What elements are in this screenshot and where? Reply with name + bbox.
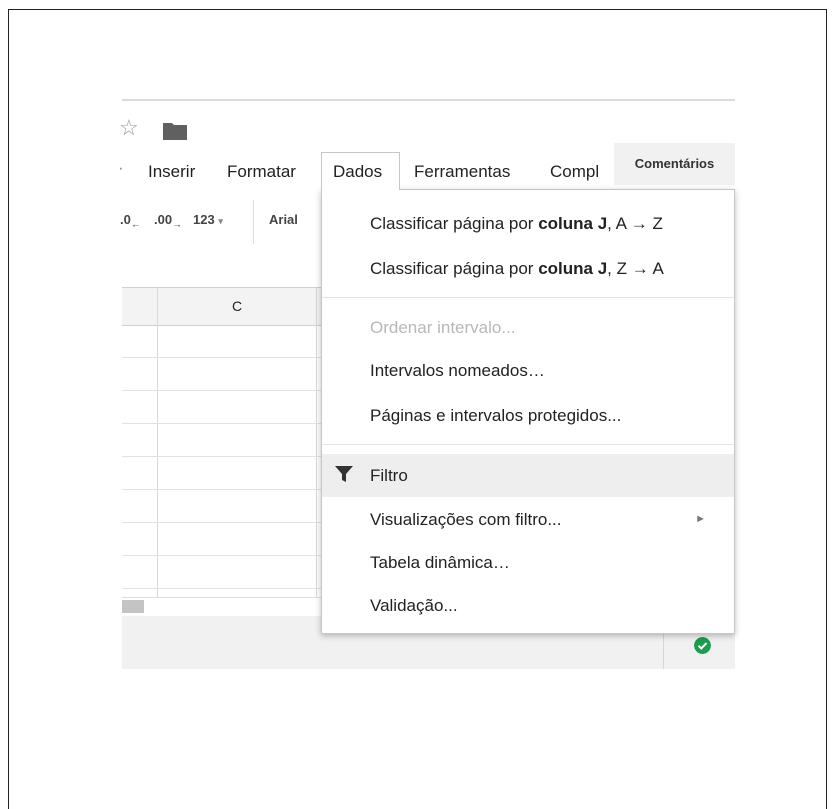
check-circle-icon[interactable] bbox=[694, 637, 711, 654]
grid-column-divider bbox=[157, 287, 158, 597]
menu-item-filter-views[interactable]: Visualizações com filtro... ► bbox=[322, 500, 734, 540]
named-ranges-label: Intervalos nomeados… bbox=[370, 361, 545, 380]
decrease-decimal-label: .0 bbox=[120, 212, 131, 227]
menu-dados[interactable]: Dados bbox=[321, 152, 400, 190]
grid-row-line bbox=[122, 456, 322, 457]
sort-desc-column: coluna J bbox=[538, 259, 608, 278]
sort-desc-label: Classificar página por coluna J, Z → A bbox=[370, 259, 664, 279]
number-format-label: 123 bbox=[193, 212, 215, 227]
chevron-down-icon: ▾ bbox=[218, 216, 223, 226]
grid-row-line bbox=[122, 522, 322, 523]
increase-decimal-label: .00 bbox=[154, 212, 173, 227]
folder-icon[interactable] bbox=[163, 122, 187, 140]
grid-row-line bbox=[122, 357, 322, 358]
horizontal-scrollbar[interactable] bbox=[122, 597, 322, 616]
scrollbar-thumb[interactable] bbox=[122, 600, 144, 613]
menu-item-sort-desc[interactable]: Classificar página por coluna J, Z → A bbox=[322, 249, 734, 289]
menu-item-sort-range: Ordenar intervalo... bbox=[322, 308, 734, 348]
menu-truncated-mark: · bbox=[118, 158, 124, 177]
menu-item-filter[interactable]: Filtro bbox=[322, 454, 734, 497]
sort-asc-column: coluna J bbox=[538, 214, 608, 233]
pivot-table-label: Tabela dinâmica… bbox=[370, 553, 510, 572]
toolbar: .0← .00→ 123 ▾ Arial bbox=[120, 199, 322, 243]
menu-dados-label: Dados bbox=[333, 162, 383, 181]
protected-ranges-label: Páginas e intervalos protegidos... bbox=[370, 406, 622, 425]
menu-item-validation[interactable]: Validação... bbox=[322, 586, 734, 626]
menu-bar: · Inserir Formatar Dados Ferramentas Com… bbox=[118, 150, 618, 190]
column-header-row bbox=[122, 287, 322, 326]
menu-divider bbox=[322, 444, 734, 445]
column-header-c[interactable]: C bbox=[232, 298, 242, 314]
menu-complementos[interactable]: Compl bbox=[550, 162, 599, 182]
increase-decimal-button[interactable]: .00→ bbox=[154, 212, 182, 231]
submenu-arrow-icon: ► bbox=[695, 513, 706, 525]
decrease-decimal-button[interactable]: .0← bbox=[120, 212, 141, 231]
grid-column-divider bbox=[316, 287, 317, 597]
dados-dropdown-menu: Classificar página por coluna J, A → Z C… bbox=[321, 189, 735, 634]
sort-asc-label: Classificar página por coluna J, A → Z bbox=[370, 214, 663, 234]
menu-ferramentas[interactable]: Ferramentas bbox=[414, 162, 510, 182]
grid-row-line bbox=[122, 423, 322, 424]
menu-item-pivot-table[interactable]: Tabela dinâmica… bbox=[322, 543, 734, 583]
menu-item-named-ranges[interactable]: Intervalos nomeados… bbox=[322, 351, 734, 391]
sort-desc-prefix: Classificar página por bbox=[370, 259, 539, 278]
menu-divider bbox=[322, 297, 734, 298]
header-divider bbox=[122, 99, 735, 101]
star-icon[interactable]: ☆ bbox=[119, 117, 139, 139]
menu-formatar[interactable]: Formatar bbox=[227, 162, 296, 182]
number-format-button[interactable]: 123 ▾ bbox=[193, 212, 223, 227]
menu-inserir[interactable]: Inserir bbox=[148, 162, 195, 182]
sort-asc-prefix: Classificar página por bbox=[370, 214, 539, 233]
grid-row-line bbox=[122, 588, 322, 589]
comments-button[interactable]: Comentários bbox=[614, 143, 735, 185]
filter-views-label: Visualizações com filtro... bbox=[370, 510, 562, 529]
grid-row-line bbox=[122, 555, 322, 556]
filter-label: Filtro bbox=[370, 466, 408, 485]
validation-label: Validação... bbox=[370, 596, 458, 615]
filter-icon bbox=[335, 466, 353, 482]
menu-item-protected-ranges[interactable]: Páginas e intervalos protegidos... bbox=[322, 396, 734, 436]
grid-row-line bbox=[122, 390, 322, 391]
menu-item-sort-asc[interactable]: Classificar página por coluna J, A → Z bbox=[322, 204, 734, 244]
sort-asc-suffix: , A → Z bbox=[607, 214, 663, 233]
toolbar-separator bbox=[253, 200, 254, 244]
sort-range-label: Ordenar intervalo... bbox=[370, 318, 516, 337]
font-family-button[interactable]: Arial bbox=[269, 212, 298, 227]
grid-row-line bbox=[122, 489, 322, 490]
sort-desc-suffix: , Z → A bbox=[607, 259, 664, 278]
